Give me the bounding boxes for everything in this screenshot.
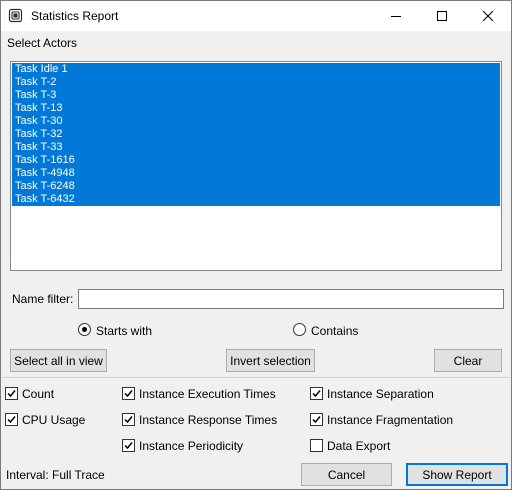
fragmentation-label[interactable]: Instance Fragmentation [327, 413, 453, 427]
interval-label: Interval: Full Trace [6, 468, 105, 482]
cancel-button[interactable]: Cancel [301, 463, 392, 486]
list-item-actor[interactable]: Task T-13 [12, 102, 500, 115]
count-label[interactable]: Count [22, 387, 54, 401]
separation-checkbox[interactable] [310, 387, 323, 400]
count-checkbox[interactable] [5, 387, 18, 400]
cpu-usage-label[interactable]: CPU Usage [22, 413, 85, 427]
list-item-actor[interactable]: Task T-3 [12, 89, 500, 102]
list-item-actor[interactable]: Task T-6432 [12, 193, 500, 206]
contains-label[interactable]: Contains [311, 324, 358, 338]
name-filter-label: Name filter: [12, 292, 74, 306]
minimize-button[interactable] [373, 1, 419, 31]
execution-times-label[interactable]: Instance Execution Times [139, 387, 276, 401]
close-icon [482, 10, 494, 22]
list-item-actor[interactable]: Task T-30 [12, 115, 500, 128]
title-bar[interactable]: Statistics Report [1, 1, 511, 31]
periodicity-checkbox[interactable] [122, 439, 135, 452]
list-item-actor[interactable]: Task T-6248 [12, 180, 500, 193]
close-button[interactable] [465, 1, 511, 31]
starts-with-radio[interactable] [78, 323, 91, 336]
fragmentation-checkbox[interactable] [310, 413, 323, 426]
checkmark-icon [124, 442, 133, 450]
select-all-in-view-button[interactable]: Select all in view [10, 349, 107, 372]
actors-listbox[interactable]: Task Idle 1 Task T-2 Task T-3 Task T-13 … [10, 61, 502, 271]
data-export-checkbox[interactable] [310, 439, 323, 452]
maximize-icon [437, 11, 447, 21]
response-times-checkbox[interactable] [122, 413, 135, 426]
invert-selection-button[interactable]: Invert selection [226, 349, 315, 372]
statistics-app-icon [8, 8, 24, 24]
minimize-icon [391, 16, 401, 17]
execution-times-checkbox[interactable] [122, 387, 135, 400]
checkmark-icon [7, 416, 16, 424]
checkmark-icon [7, 390, 16, 398]
show-report-button[interactable]: Show Report [406, 463, 508, 486]
list-item-actor[interactable]: Task T-2 [12, 76, 500, 89]
data-export-label[interactable]: Data Export [327, 439, 390, 453]
starts-with-label[interactable]: Starts with [96, 324, 152, 338]
statistics-report-window: Statistics Report Select Actors Task Idl… [0, 0, 512, 490]
separation-label[interactable]: Instance Separation [327, 387, 434, 401]
checkmark-icon [124, 390, 133, 398]
list-item-actor[interactable]: Task T-33 [12, 141, 500, 154]
cpu-usage-checkbox[interactable] [5, 413, 18, 426]
list-item-actor[interactable]: Task Idle 1 [12, 63, 500, 76]
list-item-actor[interactable]: Task T-4948 [12, 167, 500, 180]
radio-selected-dot [82, 327, 87, 332]
clear-button[interactable]: Clear [434, 349, 502, 372]
response-times-label[interactable]: Instance Response Times [139, 413, 277, 427]
select-actors-label: Select Actors [7, 36, 78, 50]
contains-radio[interactable] [293, 323, 306, 336]
checkmark-icon [312, 416, 321, 424]
name-filter-input[interactable] [78, 289, 504, 309]
periodicity-label[interactable]: Instance Periodicity [139, 439, 243, 453]
separator [2, 377, 510, 378]
list-item-actor[interactable]: Task T-32 [12, 128, 500, 141]
maximize-button[interactable] [419, 1, 465, 31]
checkmark-icon [312, 390, 321, 398]
list-item-actor[interactable]: Task T-1616 [12, 154, 500, 167]
window-title: Statistics Report [31, 9, 119, 23]
checkmark-icon [124, 416, 133, 424]
